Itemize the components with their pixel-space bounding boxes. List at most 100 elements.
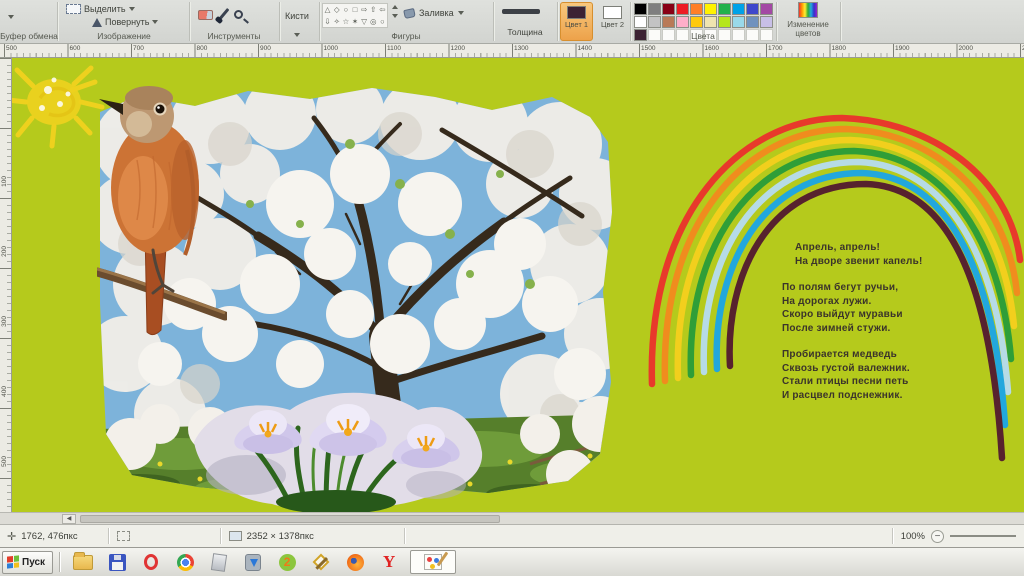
shape-arrow-left[interactable]: ⇦	[378, 4, 387, 16]
palette-swatch[interactable]	[704, 16, 717, 28]
palette-swatch[interactable]	[648, 3, 661, 15]
color2-button[interactable]: Цвет 2	[596, 2, 629, 41]
shape-triangle[interactable]: △	[323, 4, 332, 16]
palette-swatch[interactable]	[690, 16, 703, 28]
palette-empty-slot[interactable]	[676, 29, 689, 41]
edit-colors-button[interactable]: Изменение цветов	[780, 2, 836, 38]
palette-swatch[interactable]	[690, 3, 703, 15]
ribbon: Буфер обмена Выделить Повернуть Изображе…	[0, 0, 1024, 44]
ruler-label: 800	[197, 45, 208, 52]
ruler-label: 1400	[578, 45, 592, 52]
yandex-icon[interactable]: Y	[377, 550, 401, 574]
ruler-label: 600	[70, 45, 81, 52]
color-picker-icon[interactable]	[217, 8, 229, 21]
firefox-icon[interactable]	[343, 550, 367, 574]
downloads-icon[interactable]	[241, 550, 265, 574]
2gis-icon[interactable]: 2	[275, 550, 299, 574]
ruler-label: 1900	[895, 45, 909, 52]
palette-swatch[interactable]	[676, 3, 689, 15]
horizontal-ruler: 5006007008009001000110012001300140015001…	[0, 44, 1024, 58]
start-button[interactable]: Пуск	[2, 551, 53, 574]
palette-empty-slot[interactable]	[662, 29, 675, 41]
palette-swatch[interactable]	[718, 16, 731, 28]
palette-swatch[interactable]	[662, 16, 675, 28]
palette-custom-swatch[interactable]	[634, 29, 647, 41]
poem-stanza: Пробирается медведьСквозь густой валежни…	[782, 348, 972, 402]
palette-swatch[interactable]	[634, 3, 647, 15]
chevron-down-icon	[458, 11, 464, 15]
palette-empty-slot[interactable]	[648, 29, 661, 41]
opera-icon[interactable]	[139, 550, 163, 574]
eraser-icon[interactable]	[198, 10, 213, 20]
ruler-label: 2000	[959, 45, 973, 52]
palette-swatch[interactable]	[760, 16, 773, 28]
palette-swatch[interactable]	[662, 3, 675, 15]
palette-swatch[interactable]	[760, 3, 773, 15]
shape-ellipse[interactable]: ○	[341, 4, 350, 16]
zoom-out-button[interactable]: −	[931, 530, 944, 543]
shapes-scroll-up[interactable]	[392, 5, 398, 9]
ruler-label: 1300	[514, 45, 528, 52]
shapes-scroll-down[interactable]	[392, 14, 398, 18]
scroll-left-button[interactable]: ◀	[62, 514, 76, 524]
palette-swatch[interactable]	[732, 16, 745, 28]
scroll-thumb[interactable]	[80, 515, 500, 523]
cursor-position: 1762, 476пкс	[21, 531, 77, 542]
shape-four-point-star[interactable]: ✧	[332, 16, 341, 28]
palette-empty-slot[interactable]	[746, 29, 759, 41]
fill-button[interactable]: Заливка	[404, 8, 464, 18]
magnifier-icon[interactable]	[234, 10, 243, 19]
tools-group-label: Инструменты	[207, 31, 260, 41]
palette-swatch[interactable]	[648, 16, 661, 28]
poem-text: Апрель, апрель!На дворе звенит капель!По…	[782, 241, 972, 415]
palette-swatch[interactable]	[634, 16, 647, 28]
shape-callout[interactable]: ◎	[369, 16, 378, 28]
firefox-glyph	[347, 554, 364, 571]
shape-triangle-down[interactable]: ▽	[360, 16, 369, 28]
chrome-icon[interactable]	[173, 550, 197, 574]
shape-diamond[interactable]: ◇	[332, 4, 341, 16]
shape-arrow-up[interactable]: ⇧	[369, 4, 378, 16]
poem-stanza: Апрель, апрель!На дворе звенит капель!	[782, 241, 972, 268]
vertical-ruler: 100200300400500600	[0, 58, 12, 512]
shape-five-point-star[interactable]: ☆	[341, 16, 350, 28]
image-size-icon	[229, 531, 242, 541]
editor-icon[interactable]	[309, 550, 333, 574]
taskbar-paint-button[interactable]	[410, 550, 456, 574]
palette-swatch[interactable]	[746, 3, 759, 15]
notes-glyph	[211, 553, 227, 572]
select-icon	[66, 4, 81, 14]
palette-swatch[interactable]	[746, 16, 759, 28]
palette-swatch[interactable]	[676, 16, 689, 28]
chrome-glyph	[177, 554, 194, 571]
palette-empty-slot[interactable]	[760, 29, 773, 41]
horizontal-scrollbar[interactable]: ◀	[0, 512, 1024, 524]
color1-button[interactable]: Цвет 1	[560, 2, 593, 41]
shape-oval-callout[interactable]: ○	[378, 16, 387, 28]
palette-swatch[interactable]	[732, 3, 745, 15]
paint-canvas[interactable]: Апрель, апрель!На дворе звенит капель!По…	[12, 58, 1024, 512]
shape-arrow-right[interactable]: ⇨	[360, 4, 369, 16]
notes-icon[interactable]	[207, 550, 231, 574]
folder-icon[interactable]	[71, 550, 95, 574]
poem-line: Скоро выйдут муравьи	[782, 308, 972, 322]
palette-empty-slot[interactable]	[732, 29, 745, 41]
floppy-icon[interactable]	[105, 550, 129, 574]
paste-dropdown[interactable]	[8, 6, 14, 24]
shape-six-point-star[interactable]: ✶	[350, 16, 359, 28]
ruler-label: 1000	[324, 45, 338, 52]
ruler-label: 1700	[768, 45, 782, 52]
zoom-slider[interactable]	[950, 535, 1016, 537]
colors-group-label: Цвета	[691, 31, 715, 41]
ruler-label: 500	[1, 456, 8, 467]
shape-rectangle[interactable]: □	[350, 4, 359, 16]
shape-arrow-down[interactable]: ⇩	[323, 16, 332, 28]
brushes-button[interactable]: Кисти	[285, 6, 309, 42]
rotate-button[interactable]: Повернуть	[92, 17, 158, 27]
taskbar: Пуск 2 Y	[0, 547, 1024, 576]
palette-swatch[interactable]	[718, 3, 731, 15]
ruler-label: 900	[260, 45, 271, 52]
select-button[interactable]: Выделить	[66, 4, 135, 14]
palette-empty-slot[interactable]	[718, 29, 731, 41]
palette-swatch[interactable]	[704, 3, 717, 15]
